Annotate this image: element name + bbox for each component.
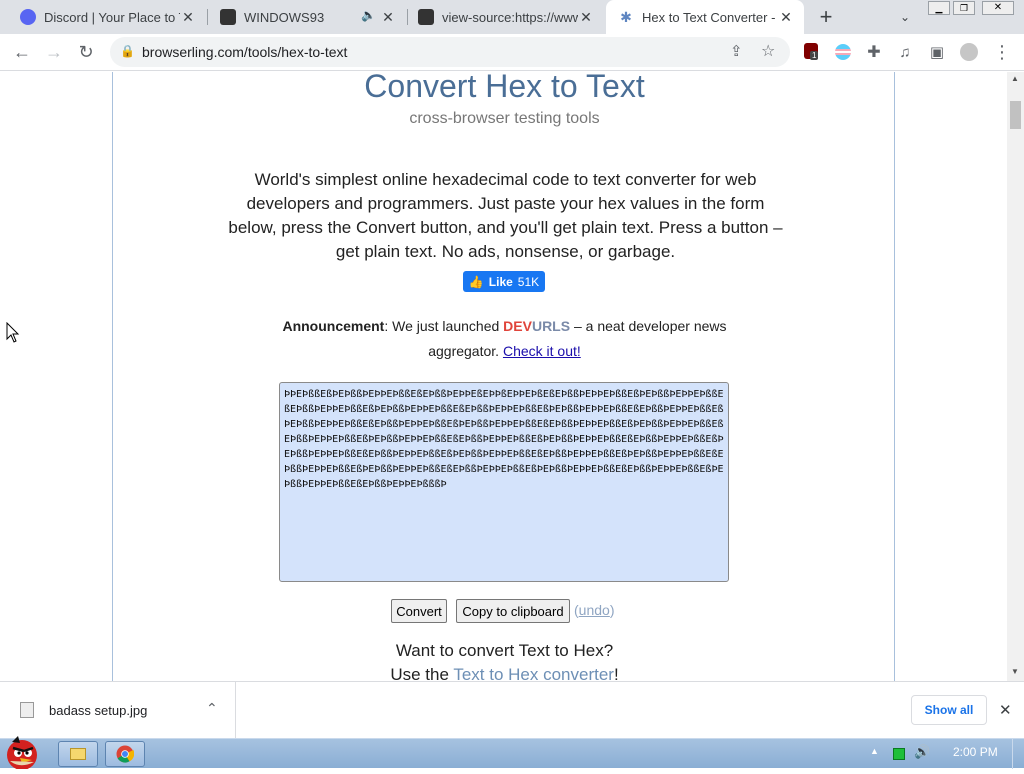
close-icon[interactable]: ✕: [578, 9, 594, 25]
back-icon[interactable]: ←: [10, 40, 34, 64]
announcement: Announcement: We just launched DEVURLS –…: [263, 314, 746, 364]
scroll-thumb[interactable]: [1010, 101, 1021, 129]
mouse-cursor-icon: [6, 322, 20, 343]
tab-strip: Discord | Your Place to Ta ✕ WINDOWS93 🔈…: [0, 0, 1024, 34]
tab-discord[interactable]: Discord | Your Place to Ta ✕: [10, 0, 206, 34]
taskbar: ▲ 🔊 2:00 PM: [0, 736, 1024, 770]
forward-icon[interactable]: →: [42, 40, 66, 64]
address-bar[interactable]: 🔒 browserling.com/tools/hex-to-text ⇪ ☆: [110, 37, 790, 67]
restore-button[interactable]: ❐: [953, 1, 975, 15]
devurls-dev: DEV: [503, 318, 532, 334]
menu-icon[interactable]: ⋮: [990, 40, 1014, 64]
page-subtitle: cross-browser testing tools: [409, 110, 600, 127]
media-icon[interactable]: ♫: [893, 40, 917, 64]
tab-title: WINDOWS93: [244, 9, 325, 25]
text-to-hex-link[interactable]: Text to Hex converter: [453, 665, 614, 681]
extension-flag-icon[interactable]: [835, 44, 851, 60]
download-item[interactable]: badass setup.jpg ⌃: [0, 682, 236, 738]
thumbs-up-icon: 👍: [468, 274, 484, 289]
use-suffix: !: [613, 665, 619, 681]
ublock-icon[interactable]: 1: [804, 43, 819, 60]
tab-title: Hex to Text Converter - T: [642, 9, 778, 25]
convert-button[interactable]: Convert: [391, 599, 447, 623]
like-label: Like: [488, 274, 513, 289]
speaker-icon[interactable]: 🔈: [361, 8, 376, 22]
clock[interactable]: 2:00 PM: [953, 745, 998, 759]
page-title: Convert Hex to Text: [364, 72, 645, 104]
volume-icon[interactable]: 🔊: [914, 744, 930, 760]
show-desktop-button[interactable]: [1012, 739, 1024, 769]
announcement-text: : We just launched: [384, 318, 504, 334]
avatar[interactable]: [960, 43, 978, 61]
download-bar: badass setup.jpg ⌃ Show all ✕: [0, 681, 1024, 738]
minimize-button[interactable]: ▁: [928, 1, 950, 15]
windows93-icon: [220, 9, 236, 25]
facebook-like-button[interactable]: 👍 Like 51K: [463, 271, 545, 292]
close-icon[interactable]: ✕: [999, 701, 1012, 719]
undo-label: undo: [578, 602, 610, 618]
browserling-icon: ✱: [620, 9, 632, 25]
discord-icon: [20, 9, 36, 25]
close-window-button[interactable]: ✕: [982, 1, 1014, 15]
chevron-up-icon[interactable]: ⌃: [206, 700, 218, 717]
chrome-icon: [116, 745, 134, 763]
tab-title: Discord | Your Place to Ta: [44, 9, 180, 25]
tab-view-source[interactable]: view-source:https://www ✕: [408, 0, 604, 34]
new-tab-icon[interactable]: +: [814, 4, 838, 29]
announcement-label: Announcement: [282, 318, 385, 334]
copy-to-clipboard-button[interactable]: Copy to clipboard: [456, 599, 570, 623]
puzzle-icon[interactable]: ✚: [862, 40, 886, 64]
close-icon[interactable]: ✕: [380, 9, 396, 25]
close-icon[interactable]: ✕: [778, 9, 794, 25]
star-icon[interactable]: ☆: [761, 41, 775, 61]
want-convert-text: Want to convert Text to Hex?: [395, 641, 614, 660]
windows93-icon: [418, 9, 434, 25]
scroll-down-icon[interactable]: ▼: [1011, 667, 1019, 676]
scrollbar[interactable]: ▲ ▼: [1007, 72, 1024, 681]
devurls-urls: URLS: [531, 318, 571, 334]
tab-title: view-source:https://www: [442, 9, 578, 25]
lock-icon[interactable]: 🔒: [120, 44, 135, 58]
share-icon[interactable]: ⇪: [730, 42, 743, 60]
hex-input-textarea[interactable]: ÞÞEÞßßEßÞEÞßßÞEÞÞEÞßßEßEÞßßÞEÞÞEßEÞÞßEÞÞ…: [279, 382, 729, 582]
reload-icon[interactable]: ↻: [74, 40, 98, 64]
angry-bird-icon: [7, 736, 37, 770]
folder-icon: [70, 748, 86, 760]
chevron-down-icon[interactable]: ⌄: [893, 5, 917, 29]
side-panel-icon[interactable]: ▣: [925, 40, 949, 64]
tray-arrow-icon[interactable]: ▲: [870, 746, 879, 756]
tab-hex-to-text[interactable]: ✱ Hex to Text Converter - T ✕: [606, 0, 804, 34]
start-button[interactable]: [0, 731, 48, 770]
content-frame: Convert Hex to Text cross-browser testin…: [112, 72, 895, 681]
intro-text: World's simplest online hexadecimal code…: [228, 170, 783, 261]
show-all-button[interactable]: Show all: [911, 695, 987, 725]
taskbar-explorer-button[interactable]: [58, 741, 98, 767]
download-filename: badass setup.jpg: [49, 703, 148, 718]
use-prefix: Use the: [390, 665, 454, 681]
like-count: 51K: [517, 274, 540, 289]
tab-windows93[interactable]: WINDOWS93 🔈 ✕: [208, 0, 406, 34]
network-icon[interactable]: [893, 748, 905, 760]
undo-link[interactable]: (undo): [574, 602, 615, 618]
file-icon: [20, 702, 34, 718]
use-converter-text: Use the Text to Hex converter!: [113, 665, 896, 681]
taskbar-chrome-button[interactable]: [105, 741, 145, 767]
close-icon[interactable]: ✕: [180, 9, 196, 25]
extension-badge: 1: [810, 51, 819, 60]
scroll-up-icon[interactable]: ▲: [1011, 74, 1019, 83]
check-it-out-link[interactable]: Check it out!: [503, 343, 581, 359]
url-text: browserling.com/tools/hex-to-text: [142, 44, 348, 60]
page-viewport: Convert Hex to Text cross-browser testin…: [0, 72, 1007, 681]
browser-toolbar: ← → ↻ 🔒 browserling.com/tools/hex-to-tex…: [0, 34, 1024, 71]
